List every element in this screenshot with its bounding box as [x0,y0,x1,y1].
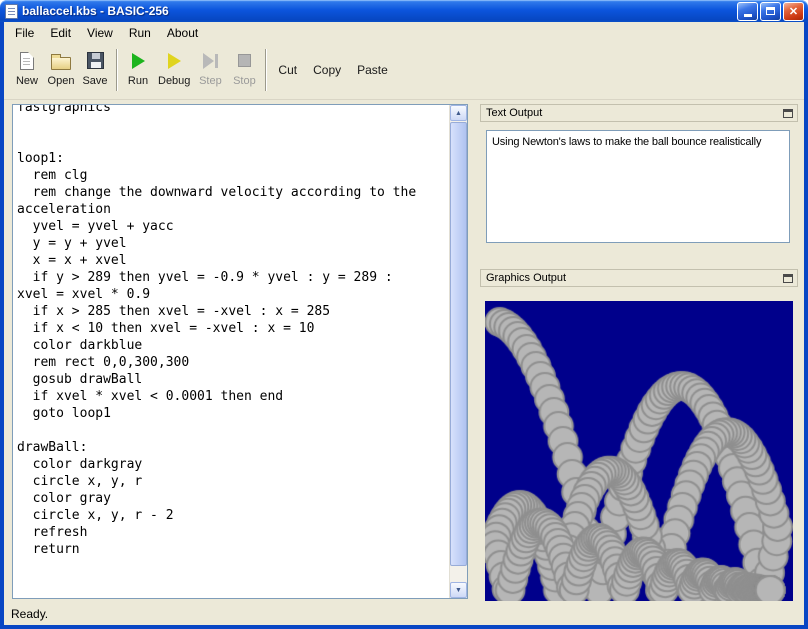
toolbar-separator [116,49,117,91]
scroll-down-button[interactable]: ▼ [450,582,467,598]
toolbar-separator [265,49,266,91]
graphics-output-title: Graphics Output [486,272,783,284]
graphics-canvas [485,301,793,601]
step-label: Step [199,75,222,87]
run-button[interactable]: Run [121,46,155,93]
step-icon [203,49,218,72]
debug-label: Debug [158,75,190,87]
status-text: Ready. [11,607,48,621]
window-title: ballaccel.kbs - BASIC-256 [22,4,735,18]
editor-scrollbar[interactable]: ▲ ▼ [449,105,467,598]
copy-button[interactable]: Copy [305,46,349,93]
code-text[interactable]: fastgraphics loop1: rem clg rem change t… [13,104,449,598]
cut-button[interactable]: Cut [270,46,305,93]
menu-view[interactable]: View [79,24,121,42]
toolbar: New Open Save Run Debug Step [4,44,804,100]
run-icon [132,49,145,72]
new-label: New [16,75,38,87]
step-button[interactable]: Step [193,46,227,93]
window-controls: ✕ [735,2,804,21]
save-label: Save [82,75,107,87]
debug-button[interactable]: Debug [155,46,193,93]
new-button[interactable]: New [10,46,44,93]
code-editor[interactable]: fastgraphics loop1: rem clg rem change t… [12,104,468,599]
open-label: Open [48,75,75,87]
titlebar: ballaccel.kbs - BASIC-256 ✕ [0,0,808,22]
app-icon [5,4,18,19]
text-output-header: Text Output [480,104,798,122]
graphics-output-header: Graphics Output [480,269,798,287]
menu-file[interactable]: File [7,24,42,42]
save-icon [87,49,104,72]
close-button[interactable]: ✕ [783,2,804,21]
app-window: ballaccel.kbs - BASIC-256 ✕ File Edit Vi… [0,0,808,629]
output-column: Text Output Using Newton's laws to make … [480,104,798,599]
open-button[interactable]: Open [44,46,78,93]
scroll-track[interactable] [450,122,467,581]
open-icon [51,49,71,72]
paste-button[interactable]: Paste [349,46,396,93]
run-label: Run [128,75,148,87]
status-bar: Ready. [4,603,804,625]
stop-icon [238,49,251,72]
text-output-content: Using Newton's laws to make the ball bou… [486,130,790,243]
stop-button[interactable]: Stop [227,46,261,93]
graphics-output-float-button[interactable] [783,274,793,283]
main-area: fastgraphics loop1: rem clg rem change t… [4,100,804,603]
minimize-button[interactable] [737,2,758,21]
save-button[interactable]: Save [78,46,112,93]
maximize-button[interactable] [760,2,781,21]
menubar: File Edit View Run About [4,22,804,44]
minimize-icon [744,14,752,17]
text-output-float-button[interactable] [783,109,793,118]
new-icon [20,49,34,72]
debug-icon [168,49,181,72]
text-output-title: Text Output [486,107,783,119]
menu-run[interactable]: Run [121,24,159,42]
stop-label: Stop [233,75,256,87]
maximize-icon [766,7,775,15]
menu-edit[interactable]: Edit [42,24,79,42]
scroll-up-button[interactable]: ▲ [450,105,467,121]
window-frame: File Edit View Run About New Open Save R… [0,22,808,629]
scroll-thumb[interactable] [450,122,467,566]
menu-about[interactable]: About [159,24,206,42]
